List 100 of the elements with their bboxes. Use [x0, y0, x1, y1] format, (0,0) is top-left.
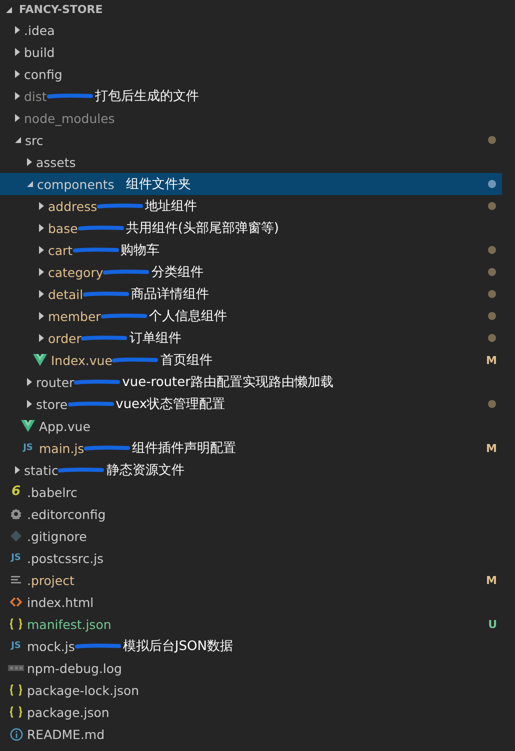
file-name: .babelrc: [27, 484, 78, 500]
tree-row[interactable]: .gitignore: [0, 525, 502, 547]
tree-row[interactable]: package-lock.json: [0, 679, 502, 701]
tree-row[interactable]: Index.vue 首页组件 M: [0, 349, 502, 371]
tree-row[interactable]: src: [0, 129, 502, 151]
annotation-text: 共用组件(头部尾部弹窗等): [126, 220, 279, 237]
tree-row[interactable]: assets: [0, 151, 502, 173]
annotation-text: 购物车: [120, 242, 160, 259]
diamond-icon: [10, 530, 22, 542]
collapsed-arrow-icon[interactable]: [39, 246, 44, 254]
collapsed-arrow-icon[interactable]: [15, 92, 20, 100]
tree-row[interactable]: order 订单组件: [0, 327, 502, 349]
annotation-text: 分类组件: [151, 264, 204, 281]
collapsed-arrow-icon[interactable]: [15, 466, 20, 474]
lines-icon: [10, 574, 22, 586]
file-name: README.md: [27, 726, 105, 742]
expanded-arrow-icon[interactable]: [15, 137, 21, 143]
tree-row[interactable]: package.json: [0, 701, 502, 723]
folder-name: base: [48, 220, 78, 236]
braces-icon: [9, 706, 23, 718]
folder-name: assets: [36, 154, 76, 170]
tree-row[interactable]: .project M: [0, 569, 502, 591]
collapsed-arrow-icon[interactable]: [27, 400, 32, 408]
folder-name: .idea: [24, 22, 55, 38]
tree-row[interactable]: components 组件文件夹: [0, 173, 502, 195]
tree-row[interactable]: cart 购物车: [0, 239, 502, 261]
collapsed-arrow-icon[interactable]: [15, 70, 20, 78]
file-name: main.js: [39, 440, 84, 456]
folder-name: node_modules: [24, 110, 115, 126]
tree-row[interactable]: index.html: [0, 591, 502, 613]
folder-name: detail: [48, 286, 84, 302]
tree-row[interactable]: README.md: [0, 723, 502, 745]
git-status-letter: M: [486, 574, 497, 586]
explorer-title: FANCY-STORE: [19, 3, 103, 16]
annotation-text: 订单组件: [129, 330, 182, 347]
braces-icon: [9, 618, 23, 630]
folder-name: static: [24, 462, 58, 478]
vue-icon: [33, 354, 47, 366]
folder-name: address: [48, 198, 98, 214]
annotation-text: 静态资源文件: [106, 462, 184, 479]
tree-row[interactable]: address 地址组件: [0, 195, 502, 217]
tree-row[interactable]: build: [0, 41, 502, 63]
tree-row[interactable]: node_modules: [0, 107, 502, 129]
collapsed-arrow-icon[interactable]: [15, 26, 20, 34]
tree-row[interactable]: App.vue: [0, 415, 502, 437]
folder-name: components: [37, 176, 114, 192]
info-icon: [10, 728, 22, 740]
file-name: mock.js: [27, 638, 75, 654]
collapsed-arrow-icon[interactable]: [39, 334, 44, 342]
collapsed-arrow-icon[interactable]: [27, 158, 32, 166]
annotation-text: 地址组件: [145, 198, 198, 215]
tree-row[interactable]: dist 打包后生成的文件: [0, 85, 502, 107]
tree-row[interactable]: detail 商品详情组件: [0, 283, 502, 305]
collapsed-arrow-icon[interactable]: [39, 224, 44, 232]
folder-name: order: [48, 330, 82, 346]
collapsed-arrow-icon[interactable]: [39, 268, 44, 276]
tree-row[interactable]: store vuex状态管理配置: [0, 393, 502, 415]
folder-name: build: [24, 44, 55, 60]
file-name: App.vue: [39, 418, 90, 434]
tree-row[interactable]: static 静态资源文件: [0, 459, 502, 481]
annotation-text: 个人信息组件: [148, 308, 227, 325]
expanded-arrow-icon[interactable]: [27, 181, 33, 187]
tree-row[interactable]: member 个人信息组件: [0, 305, 502, 327]
annotation-text: 组件文件夹: [126, 176, 192, 193]
code-icon: [10, 596, 22, 608]
collapsed-arrow-icon[interactable]: [39, 290, 44, 298]
file-name: .project: [27, 572, 74, 588]
braces-icon: [9, 684, 23, 696]
tree-row[interactable]: JS main.js 组件插件声明配置 M: [0, 437, 502, 459]
file-name: .gitignore: [27, 528, 87, 544]
tree-row[interactable]: base 共用组件(头部尾部弹窗等): [0, 217, 502, 239]
tree-row[interactable]: 6 .babelrc: [0, 481, 502, 503]
expanded-arrow-icon[interactable]: [6, 6, 12, 12]
collapsed-arrow-icon[interactable]: [27, 378, 32, 386]
git-status-letter: U: [488, 618, 497, 630]
annotation-text: 商品详情组件: [131, 286, 210, 303]
folder-name: src: [25, 132, 44, 148]
tree-row[interactable]: .idea: [0, 19, 502, 41]
vue-icon: [21, 420, 35, 432]
folder-name: config: [24, 66, 62, 82]
collapsed-arrow-icon[interactable]: [15, 114, 20, 122]
npm-icon: [8, 664, 24, 672]
tree-row[interactable]: .editorconfig: [0, 503, 502, 525]
annotation-text: 组件插件声明配置: [132, 440, 236, 457]
file-name: index.html: [27, 594, 94, 610]
collapsed-arrow-icon[interactable]: [15, 48, 20, 56]
tree-row[interactable]: category 分类组件: [0, 261, 502, 283]
annotation-text: 首页组件: [160, 352, 212, 369]
tree-row[interactable]: manifest.json U: [0, 613, 502, 635]
tree-row[interactable]: JS .postcssrc.js: [0, 547, 502, 569]
folder-name: router: [36, 374, 74, 390]
tree-row[interactable]: JS mock.js 模拟后台JSON数据: [0, 635, 502, 657]
folder-name: store: [36, 396, 68, 412]
gear-icon: [10, 508, 22, 520]
tree-row[interactable]: config: [0, 63, 502, 85]
collapsed-arrow-icon[interactable]: [39, 312, 44, 320]
file-name: manifest.json: [27, 616, 112, 632]
collapsed-arrow-icon[interactable]: [39, 202, 44, 210]
tree-row[interactable]: router vue-router路由配置实现路由懒加载: [0, 371, 502, 393]
tree-row[interactable]: npm-debug.log: [0, 657, 502, 679]
